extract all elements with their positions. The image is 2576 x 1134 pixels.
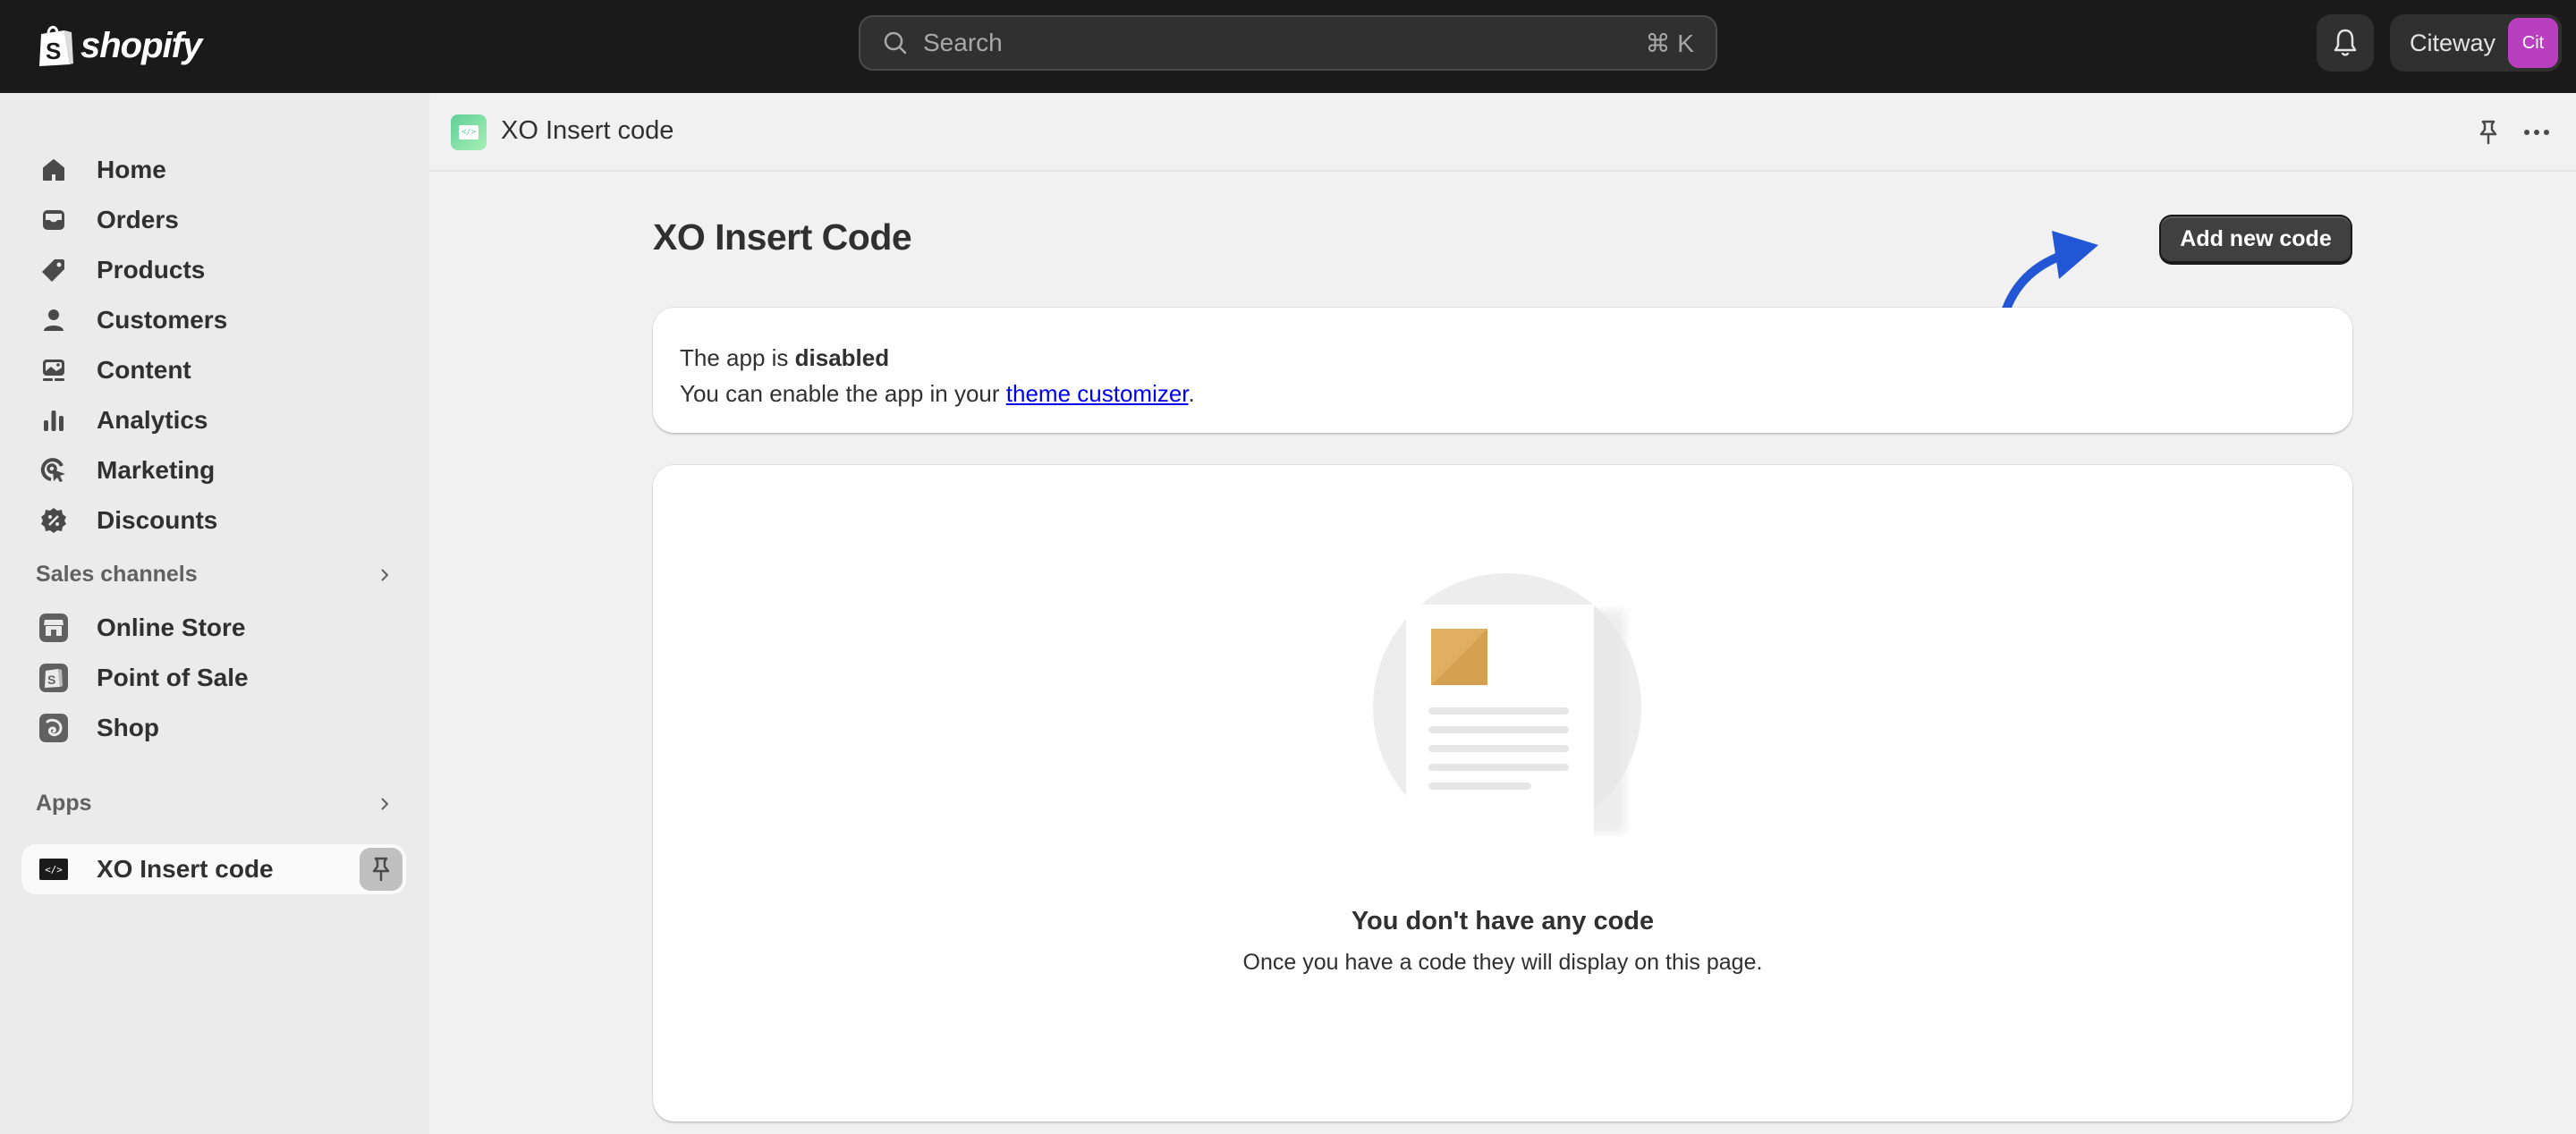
instructions-suffix: . <box>1188 380 1195 407</box>
add-new-code-button[interactable]: Add new code <box>2159 215 2352 265</box>
code-icon: </> <box>38 853 70 885</box>
shopify-bag-icon: S <box>39 25 73 66</box>
empty-state-title: You don't have any code <box>1351 907 1655 935</box>
sidebar-item-label: Analytics <box>97 406 208 434</box>
sidebar-item-label: Discounts <box>97 506 218 534</box>
bar-chart-icon <box>38 404 70 436</box>
sidebar-item-label: Customers <box>97 306 228 334</box>
instructions-prefix: You can enable the app in your <box>680 380 1006 407</box>
app-header: </> XO Insert code <box>429 93 2576 172</box>
enable-instructions: You can enable the app in your theme cus… <box>680 376 2326 411</box>
main-content: </> XO Insert code XO Insert Code Add ne… <box>429 93 2576 1134</box>
empty-state-card: You don't have any code Once you have a … <box>653 465 2352 1121</box>
shopify-logo[interactable]: S shopify <box>36 20 202 72</box>
avatar: Cit <box>2508 18 2558 68</box>
sidebar-item-label: Products <box>97 256 206 284</box>
tag-icon <box>38 254 70 286</box>
sidebar-item-analytics[interactable]: Analytics <box>21 397 406 444</box>
more-dots-icon <box>2534 130 2539 135</box>
sidebar-item-shop[interactable]: Shop <box>21 705 406 751</box>
code-icon: </> <box>459 125 479 140</box>
target-icon <box>38 454 70 487</box>
sidebar-item-online-store[interactable]: Online Store <box>21 605 406 651</box>
shop-icon <box>38 712 70 744</box>
account-menu-button[interactable]: Citeway Cit <box>2390 14 2562 72</box>
sidebar-item-marketing[interactable]: Marketing <box>21 447 406 494</box>
top-bar: S shopify Search ⌘ K Citeway Cit <box>0 0 2576 93</box>
sidebar-item-products[interactable]: Products <box>21 247 406 293</box>
more-actions-button[interactable] <box>2519 118 2555 147</box>
svg-text:S: S <box>47 673 55 687</box>
sidebar-item-label: Shop <box>97 714 159 741</box>
store-name: Citeway <box>2410 29 2496 56</box>
notifications-button[interactable] <box>2317 14 2374 72</box>
svg-text:S: S <box>46 38 61 64</box>
pin-icon <box>372 857 390 882</box>
sidebar-item-label: Online Store <box>97 614 246 641</box>
svg-text:</>: </> <box>45 864 63 876</box>
sidebar-item-label: Orders <box>97 206 179 233</box>
search-placeholder: Search <box>923 29 1003 56</box>
sidebar-item-customers[interactable]: Customers <box>21 297 406 343</box>
sidebar-item-home[interactable]: Home <box>21 147 406 193</box>
unpin-app-button[interactable] <box>360 848 402 891</box>
search-shortcut: ⌘ K <box>1645 29 1694 57</box>
status-prefix: The app is <box>680 344 795 371</box>
pos-icon: S <box>38 662 70 694</box>
search-input[interactable]: Search ⌘ K <box>859 15 1717 71</box>
status-state: disabled <box>794 344 890 371</box>
sidebar-item-label: Content <box>97 356 191 384</box>
sidebar-item-discounts[interactable]: Discounts <box>21 497 406 544</box>
sidebar-item-orders[interactable]: Orders <box>21 197 406 243</box>
sidebar-item-xo-insert-code[interactable]: </> XO Insert code <box>21 844 406 894</box>
person-icon <box>38 304 70 336</box>
chevron-right-icon <box>381 568 389 581</box>
sales-channels-header[interactable]: Sales channels <box>36 562 394 588</box>
brand-name: shopify <box>80 25 202 65</box>
home-icon <box>38 154 70 186</box>
image-icon <box>38 354 70 386</box>
app-icon: </> <box>451 114 487 150</box>
discount-icon <box>38 504 70 537</box>
section-title: Apps <box>36 791 92 816</box>
search-icon <box>884 31 907 55</box>
chevron-right-icon <box>381 797 389 810</box>
sidebar-item-label: Home <box>97 156 166 183</box>
sidebar-item-label: Marketing <box>97 456 216 484</box>
more-dots-icon <box>2524 130 2529 135</box>
page-title: XO Insert Code <box>653 216 912 258</box>
section-title: Sales channels <box>36 562 198 587</box>
store-icon <box>38 612 70 644</box>
more-dots-icon <box>2544 130 2549 135</box>
app-header-title: XO Insert code <box>501 116 674 145</box>
bell-icon <box>2334 29 2357 56</box>
sidebar: Home Orders Products Customers Content A… <box>0 93 429 1134</box>
pin-icon[interactable] <box>2474 118 2503 147</box>
theme-customizer-link[interactable]: theme customizer <box>1006 380 1189 407</box>
sidebar-item-point-of-sale[interactable]: S Point of Sale <box>21 655 406 701</box>
sidebar-item-label: XO Insert code <box>97 855 274 883</box>
app-status-card: The app is disabled You can enable the a… <box>653 308 2352 433</box>
apps-header[interactable]: Apps <box>36 791 394 817</box>
inbox-icon <box>38 204 70 236</box>
sidebar-item-content[interactable]: Content <box>21 347 406 394</box>
empty-document-illustration-icon <box>1373 573 1641 837</box>
empty-state-description: Once you have a code they will display o… <box>1242 950 1763 975</box>
status-line: The app is disabled <box>680 340 2326 376</box>
sidebar-item-label: Point of Sale <box>97 664 249 691</box>
